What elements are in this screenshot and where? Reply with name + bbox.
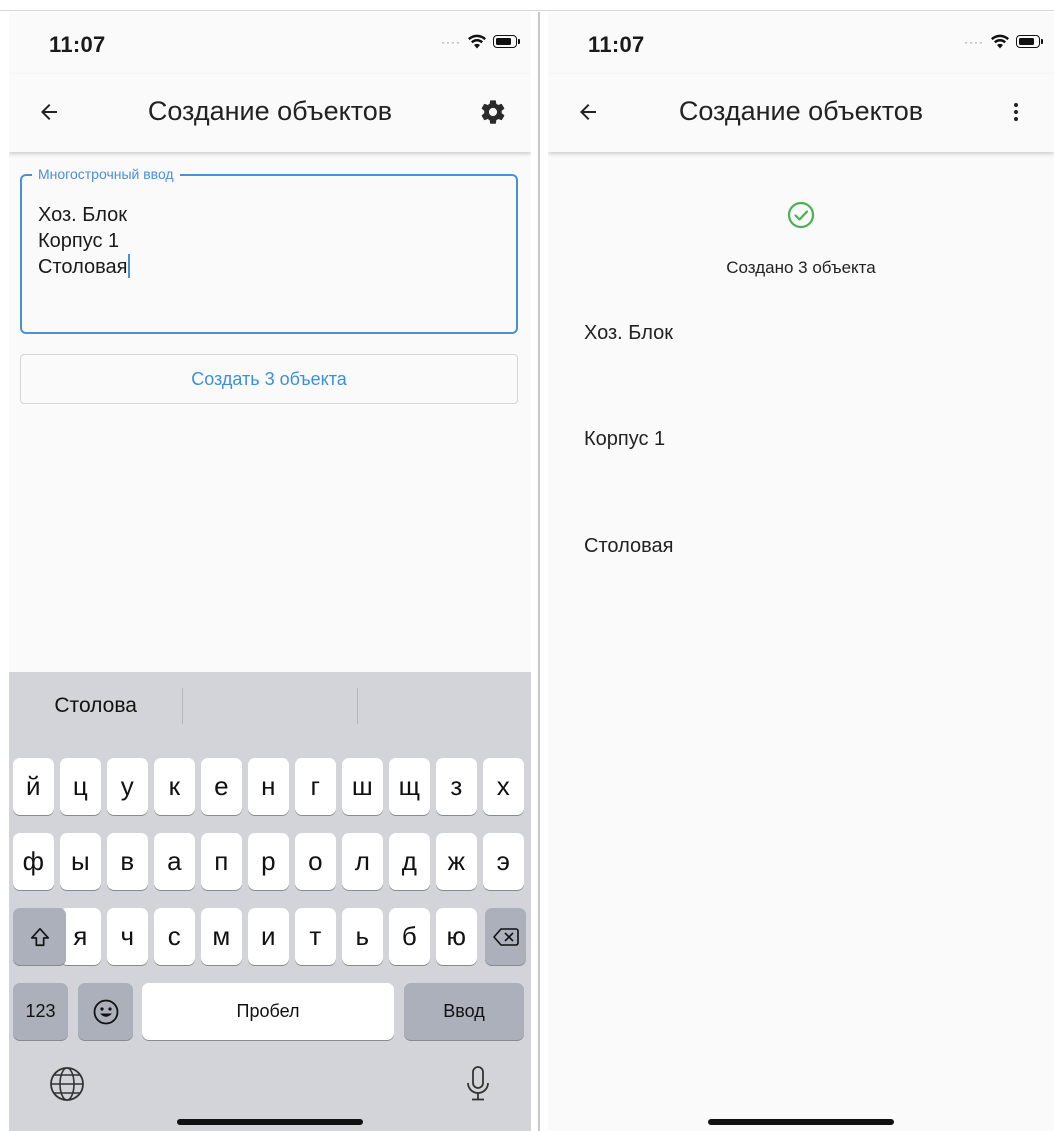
keyboard: Столова йцукенгшщзх фывапролджэ ячсмитьб…: [9, 672, 531, 1131]
key-ч[interactable]: ч: [107, 908, 148, 965]
signal-icon: ····: [964, 34, 984, 49]
status-bar: 11:07 ····: [548, 12, 1054, 74]
top-border: [0, 10, 1054, 11]
key-ж[interactable]: ж: [436, 833, 477, 890]
key-л[interactable]: л: [342, 833, 383, 890]
input-line: Столовая: [38, 256, 128, 278]
key-ф[interactable]: ф: [13, 833, 54, 890]
screenshot-stage: 11:07 ···· Создание объектов Многострочн…: [0, 0, 1054, 1131]
status-time: 11:07: [588, 32, 645, 57]
screen-divider: [538, 12, 540, 1131]
status-bar: 11:07 ····: [9, 12, 531, 74]
more-options-button[interactable]: [996, 92, 1036, 132]
delete-key[interactable]: [485, 908, 526, 965]
emoji-icon: [93, 999, 118, 1024]
battery-icon: [1016, 35, 1043, 48]
input-line: Хоз. Блок: [38, 204, 127, 226]
suggestion-item[interactable]: [358, 672, 531, 740]
status-time: 11:07: [49, 32, 106, 57]
key-и[interactable]: и: [248, 908, 289, 965]
multiline-input[interactable]: Многострочный ввод Хоз. Блок Корпус 1 Ст…: [20, 166, 518, 334]
input-line-with-caret: Столовая: [38, 254, 131, 280]
globe-icon[interactable]: [47, 1064, 87, 1104]
key-з[interactable]: з: [436, 758, 477, 815]
create-objects-button[interactable]: Создать 3 объекта: [20, 354, 518, 404]
settings-button[interactable]: [473, 92, 513, 132]
object-list-item[interactable]: Хоз. Блок: [584, 322, 673, 345]
shift-icon: [30, 927, 49, 946]
key-е[interactable]: е: [201, 758, 242, 815]
check-circle-icon: [787, 201, 815, 229]
key-в[interactable]: в: [107, 833, 148, 890]
app-bar: Создание объектов: [9, 74, 531, 152]
multiline-input-label: Многострочный ввод: [32, 166, 180, 182]
key-а[interactable]: а: [154, 833, 195, 890]
key-к[interactable]: к: [154, 758, 195, 815]
key-у[interactable]: у: [107, 758, 148, 815]
key-г[interactable]: г: [295, 758, 336, 815]
status-icons: ····: [441, 34, 520, 49]
success-message: Создано 3 объекта: [726, 258, 876, 277]
wifi-icon: [991, 34, 1009, 49]
shift-key[interactable]: [13, 908, 66, 965]
space-key[interactable]: Пробел: [142, 983, 394, 1040]
key-щ[interactable]: щ: [389, 758, 430, 815]
numbers-key[interactable]: 123: [13, 983, 68, 1040]
gear-icon: [481, 100, 505, 124]
page-title: Создание объектов: [147, 96, 393, 126]
microphone-icon[interactable]: [463, 1064, 493, 1104]
object-list-item[interactable]: Корпус 1: [584, 428, 665, 451]
key-м[interactable]: м: [201, 908, 242, 965]
signal-icon: ····: [441, 34, 461, 49]
return-key[interactable]: Ввод: [404, 983, 524, 1040]
key-х[interactable]: х: [483, 758, 524, 815]
page-title: Создание объектов: [678, 96, 924, 126]
key-с[interactable]: с: [154, 908, 195, 965]
key-ш[interactable]: ш: [342, 758, 383, 815]
key-й[interactable]: й: [13, 758, 54, 815]
app-bar: Создание объектов: [548, 74, 1054, 152]
key-ы[interactable]: ы: [60, 833, 101, 890]
object-list-item[interactable]: Столовая: [584, 535, 673, 558]
text-caret: [128, 254, 131, 278]
home-indicator: [708, 1119, 894, 1125]
key-о[interactable]: о: [295, 833, 336, 890]
more-vert-icon: [1014, 103, 1018, 121]
input-line: Корпус 1: [38, 230, 120, 252]
suggestion-item[interactable]: Столова: [9, 672, 182, 740]
key-п[interactable]: п: [201, 833, 242, 890]
right-phone-screen: 11:07 ···· Создание объектов Создано 3 о…: [548, 12, 1054, 1131]
home-indicator: [177, 1119, 363, 1125]
backspace-icon: [492, 927, 519, 946]
suggestion-bar: Столова: [9, 672, 531, 740]
key-э[interactable]: э: [483, 833, 524, 890]
key-б[interactable]: б: [389, 908, 430, 965]
key-ь[interactable]: ь: [342, 908, 383, 965]
suggestion-item[interactable]: [183, 672, 356, 740]
status-icons: ····: [964, 34, 1043, 49]
key-р[interactable]: р: [248, 833, 289, 890]
key-т[interactable]: т: [295, 908, 336, 965]
multiline-input-text: Хоз. Блок Корпус 1 Столовая: [38, 202, 131, 280]
key-д[interactable]: д: [389, 833, 430, 890]
wifi-icon: [468, 34, 486, 49]
left-phone-screen: 11:07 ···· Создание объектов Многострочн…: [9, 12, 531, 1131]
key-ю[interactable]: ю: [436, 908, 477, 965]
battery-icon: [493, 35, 520, 48]
key-ц[interactable]: ц: [60, 758, 101, 815]
emoji-key[interactable]: [78, 983, 133, 1040]
key-я[interactable]: я: [60, 908, 101, 965]
key-н[interactable]: н: [248, 758, 289, 815]
